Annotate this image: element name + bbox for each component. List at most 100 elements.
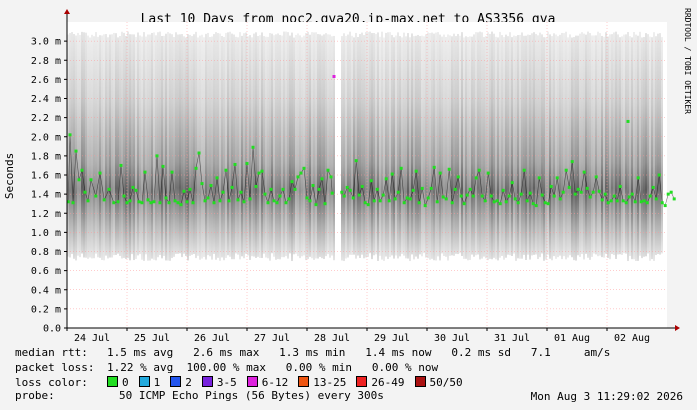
y-tick-label: 2.2 m bbox=[31, 113, 61, 124]
median-point bbox=[483, 199, 487, 203]
smoke-band bbox=[525, 35, 527, 260]
smoke-band bbox=[127, 31, 129, 259]
x-tick-label: 30 Jul bbox=[434, 333, 470, 344]
smoke-band bbox=[333, 35, 335, 261]
smoke-band bbox=[641, 37, 643, 259]
median-point bbox=[212, 201, 216, 205]
median-point bbox=[621, 199, 625, 203]
smoke-band bbox=[431, 32, 433, 259]
y-tick-label: 2.6 m bbox=[31, 75, 61, 86]
median-point bbox=[435, 200, 439, 204]
smoke-band bbox=[397, 32, 399, 259]
smoke-band bbox=[455, 36, 457, 254]
median-point bbox=[83, 190, 87, 194]
smoke-band bbox=[379, 36, 381, 256]
smoke-band bbox=[141, 36, 143, 260]
median-point bbox=[447, 167, 451, 171]
x-tick-label: 27 Jul bbox=[254, 333, 290, 344]
median-point bbox=[155, 154, 159, 158]
loss-legend-label: 13-25 bbox=[313, 376, 347, 389]
smoke-band bbox=[571, 37, 573, 258]
smoke-band bbox=[559, 34, 561, 256]
x-tick-label: 24 Jul bbox=[74, 333, 110, 344]
median-point bbox=[89, 178, 93, 182]
smoke-band bbox=[555, 34, 557, 259]
smoke-band bbox=[441, 36, 443, 254]
smoke-band bbox=[389, 32, 391, 258]
smoke-band bbox=[229, 31, 231, 257]
smoke-band bbox=[625, 34, 627, 254]
smoke-band bbox=[513, 35, 515, 254]
median-point bbox=[429, 186, 433, 190]
median-point bbox=[672, 197, 676, 201]
y-tick-label: 0.8 m bbox=[31, 247, 61, 258]
smoke-band bbox=[149, 34, 151, 261]
median-point bbox=[471, 194, 475, 198]
smoke-band bbox=[325, 33, 327, 257]
median-point bbox=[615, 199, 619, 203]
loss-legend-item: 13-25 bbox=[298, 376, 346, 389]
smoke-band bbox=[501, 35, 503, 256]
smoke-band bbox=[549, 34, 551, 259]
loss-color-label: loss color: bbox=[15, 376, 88, 389]
smoke-band bbox=[161, 35, 163, 259]
median-point bbox=[269, 187, 273, 191]
y-tick-label: 0.6 m bbox=[31, 266, 61, 277]
smoke-band bbox=[515, 36, 517, 261]
smoke-band bbox=[265, 36, 267, 258]
smoke-band bbox=[385, 32, 387, 257]
smoke-band bbox=[359, 34, 361, 258]
median-point bbox=[146, 198, 150, 202]
smoke-band bbox=[225, 32, 227, 258]
median-point bbox=[281, 187, 285, 191]
smoke-band bbox=[315, 32, 317, 259]
smoke-band bbox=[529, 34, 531, 260]
median-point bbox=[330, 191, 334, 195]
median-point bbox=[275, 201, 279, 205]
median-point bbox=[164, 196, 168, 200]
loss-legend-swatch bbox=[138, 376, 150, 387]
median-point bbox=[663, 204, 667, 208]
smoke-band bbox=[387, 32, 389, 260]
y-tick-label: 0.2 m bbox=[31, 304, 61, 315]
median-point bbox=[444, 197, 448, 201]
smoke-band bbox=[461, 32, 463, 256]
median-point bbox=[152, 200, 156, 204]
smoke-band bbox=[273, 35, 275, 257]
smoke-band bbox=[197, 37, 199, 256]
smoke-band bbox=[259, 35, 261, 258]
smoke-band bbox=[209, 37, 211, 257]
smoke-band bbox=[405, 36, 407, 259]
median-point bbox=[585, 186, 589, 190]
y-tick-label: 1.6 m bbox=[31, 171, 61, 182]
median-point bbox=[200, 182, 204, 186]
probe-row: probe: 50 ICMP Echo Pings (56 Bytes) ever… bbox=[15, 390, 384, 402]
smoke-band bbox=[115, 33, 117, 255]
median-point bbox=[233, 162, 237, 166]
median-point bbox=[504, 200, 508, 204]
median-point bbox=[375, 187, 379, 191]
smoke-band bbox=[159, 31, 161, 256]
smoke-band bbox=[543, 37, 545, 261]
median-point bbox=[323, 202, 327, 206]
median-point bbox=[308, 199, 312, 203]
y-axis-arrow bbox=[64, 9, 70, 14]
smoke-band bbox=[395, 35, 397, 256]
smoke-band bbox=[271, 33, 273, 254]
y-tick-label: 0.0 bbox=[43, 324, 61, 335]
median-point bbox=[354, 159, 358, 163]
smoke-band bbox=[587, 31, 589, 258]
smoke-band bbox=[399, 36, 401, 257]
smoke-band bbox=[391, 34, 393, 256]
smoke-band bbox=[313, 32, 315, 260]
median-point bbox=[188, 187, 192, 191]
median-point bbox=[600, 198, 604, 202]
smoke-band bbox=[601, 35, 603, 258]
smoke-band bbox=[393, 37, 395, 259]
packet-loss-values: 1.22 % avg 100.00 % max 0.00 % min 0.00 … bbox=[107, 361, 439, 374]
smoke-band bbox=[231, 33, 233, 260]
median-point bbox=[77, 178, 81, 182]
median-point bbox=[311, 184, 315, 188]
smoke-band bbox=[383, 37, 385, 261]
median-point bbox=[296, 175, 300, 179]
